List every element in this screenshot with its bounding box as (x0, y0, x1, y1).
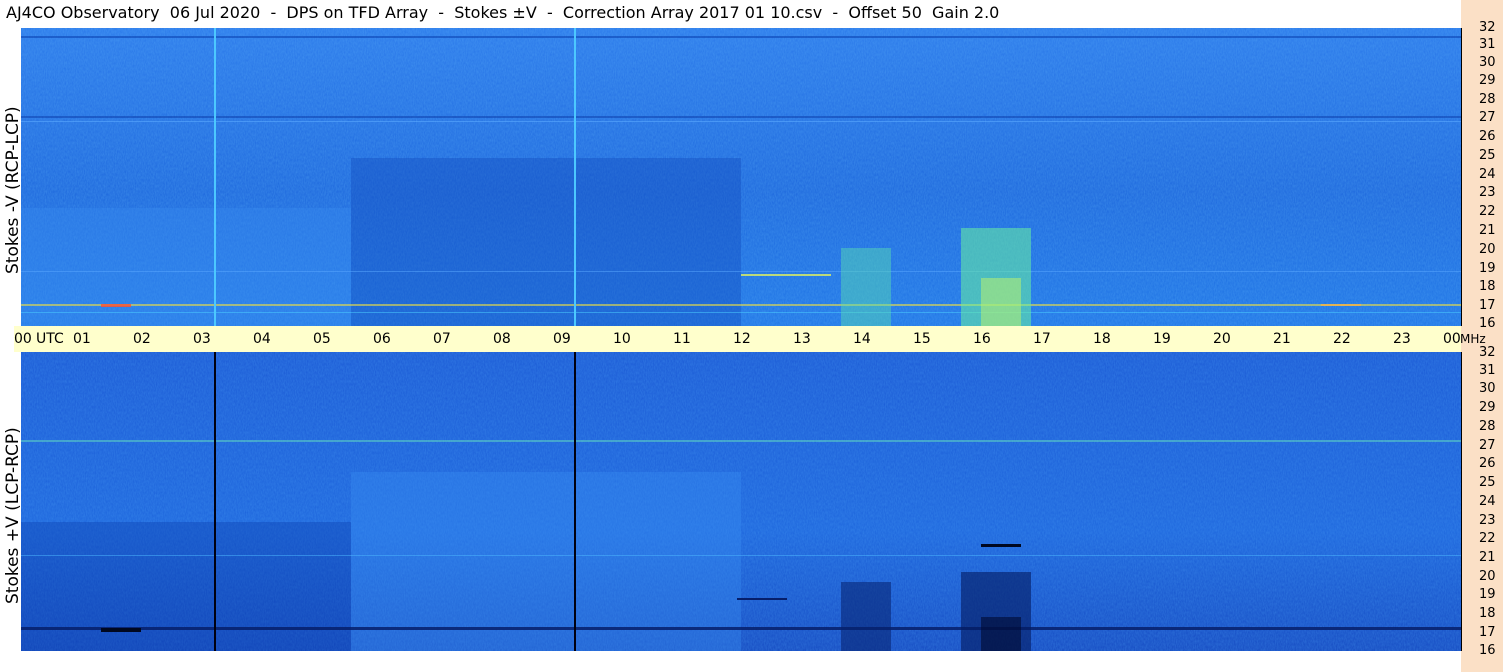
time-tick: 13 (793, 331, 811, 347)
time-tick: 20 (1213, 331, 1231, 347)
time-tick: UTC (36, 331, 64, 347)
mhz-tick: 23 (1479, 513, 1496, 528)
mhz-tick: 28 (1479, 92, 1496, 107)
time-tick: 10 (613, 331, 631, 347)
mhz-tick: 27 (1479, 438, 1496, 453)
spectrogram-top (21, 28, 1461, 326)
time-tick: 04 (253, 331, 271, 347)
mhz-tick: 20 (1479, 242, 1496, 257)
time-tick: 00 (14, 331, 32, 347)
mhz-tick: 22 (1479, 204, 1496, 219)
time-tick: 17 (1033, 331, 1051, 347)
ylabel-top: Stokes -V (RCP-LCP) (3, 106, 23, 274)
mhz-tick: 19 (1479, 261, 1496, 276)
mhz-tick: 31 (1479, 37, 1496, 52)
time-tick: 12 (733, 331, 751, 347)
mhz-tick: 30 (1479, 381, 1496, 396)
mhz-tick: 19 (1479, 587, 1496, 602)
mhz-tick: 32 (1479, 345, 1496, 360)
mhz-tick: 26 (1479, 129, 1496, 144)
time-tick: 19 (1153, 331, 1171, 347)
mhz-tick: 31 (1479, 363, 1496, 378)
chart-title: AJ4CO Observatory 06 Jul 2020 - DPS on T… (6, 3, 1000, 22)
time-tick: 11 (673, 331, 691, 347)
time-tick: 08 (493, 331, 511, 347)
mhz-tick: 20 (1479, 569, 1496, 584)
time-tick: 00 (1443, 331, 1461, 347)
time-tick: 14 (853, 331, 871, 347)
time-tick: 02 (133, 331, 151, 347)
ylabel-bottom: Stokes +V (LCP-RCP) (3, 427, 23, 604)
mhz-tick: 16 (1479, 316, 1496, 331)
mhz-tick: 22 (1479, 531, 1496, 546)
mhz-tick: 25 (1479, 148, 1496, 163)
mhz-tick: 29 (1479, 400, 1496, 415)
mhz-tick: 21 (1479, 223, 1496, 238)
time-tick: 03 (193, 331, 211, 347)
mhz-tick: 32 (1479, 20, 1496, 35)
mhz-tick: 29 (1479, 73, 1496, 88)
mhz-tick: 27 (1479, 110, 1496, 125)
mhz-tick: 16 (1479, 643, 1496, 658)
time-tick: 01 (73, 331, 91, 347)
time-tick: 09 (553, 331, 571, 347)
spectrogram-bottom (21, 352, 1461, 651)
time-tick: 06 (373, 331, 391, 347)
time-tick: 07 (433, 331, 451, 347)
time-tick: 23 (1393, 331, 1411, 347)
time-tick: 05 (313, 331, 331, 347)
mhz-tick: 30 (1479, 55, 1496, 70)
mhz-tick: 25 (1479, 475, 1496, 490)
mhz-tick: 23 (1479, 185, 1496, 200)
mhz-tick: 18 (1479, 606, 1496, 621)
time-tick: 18 (1093, 331, 1111, 347)
time-tick: 22 (1333, 331, 1351, 347)
time-axis-bar: 00 UTC 01 02 03 04 05 06 07 08 09 10 11 … (14, 326, 1486, 352)
mhz-tick: 26 (1479, 456, 1496, 471)
mhz-tick: 24 (1479, 167, 1496, 182)
mhz-tick: 17 (1479, 625, 1496, 640)
mhz-tick: 21 (1479, 550, 1496, 565)
mhz-tick: 18 (1479, 279, 1496, 294)
time-tick: 16 (973, 331, 991, 347)
mhz-tick: 28 (1479, 419, 1496, 434)
mhz-tick: 17 (1479, 298, 1496, 313)
mhz-tick: 24 (1479, 494, 1496, 509)
time-tick: 21 (1273, 331, 1291, 347)
time-tick: 15 (913, 331, 931, 347)
